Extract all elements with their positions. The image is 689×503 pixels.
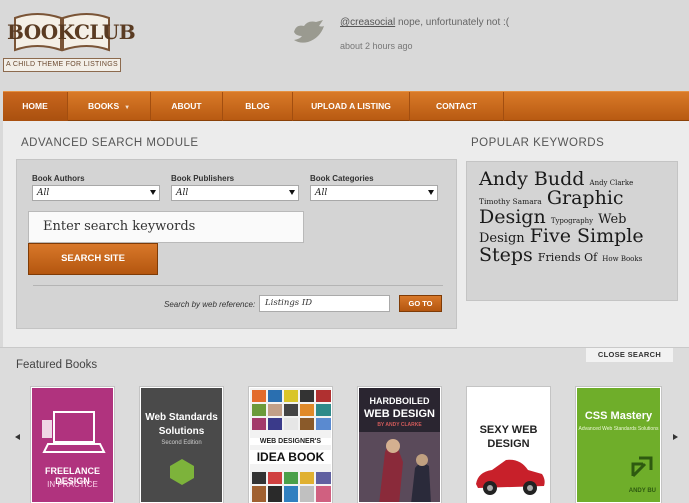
nav-about-label: ABOUT [171, 101, 202, 111]
book-cover-web-standards[interactable]: Web Standards Solutions Second Edition [140, 387, 223, 503]
noir-illustration-icon [359, 432, 440, 502]
featured-books-section: Featured Books CLOSE SEARCH FREELANCE DE… [0, 347, 689, 503]
main-nav: HOME BOOKS ▼ ABOUT BLOG UPLOAD A LISTING … [3, 91, 689, 121]
web-reference-label: Search by web reference: [164, 300, 256, 309]
nav-contact-label: CONTACT [436, 101, 477, 111]
tweet-time: about 2 hours ago [340, 41, 413, 51]
book-cover-sexy-web-design[interactable]: SEXY WEB DESIGN [467, 387, 550, 503]
book-cover-idea-book[interactable]: WEB DESIGNER'S IDEA BOOK [249, 387, 332, 503]
dropdown-arrow-icon [428, 190, 434, 195]
publishers-label: Book Publishers [171, 174, 235, 183]
logo-tagline: A CHILD THEME FOR LISTINGS [3, 58, 121, 72]
book-subtitle: IN PRACTICE [47, 480, 98, 489]
book-cover-hardboiled[interactable]: HARDBOILED WEB DESIGN BY ANDY CLARKE [358, 387, 441, 503]
publishers-select[interactable]: All [171, 185, 299, 201]
hexagon-icon [170, 459, 194, 485]
search-site-button[interactable]: SEARCH SITE [28, 243, 158, 275]
categories-value: All [315, 188, 328, 198]
tweet-handle-link[interactable]: @creasocial [340, 17, 395, 28]
chevron-down-icon: ▼ [124, 105, 131, 111]
thumbnail-grid-icon [252, 390, 331, 502]
tweet-text: @creasocial nope, unfortunately not :( [340, 17, 509, 28]
keyword-link[interactable]: Andy Clarke [590, 179, 634, 187]
categories-label: Book Categories [310, 174, 374, 183]
authors-value: All [37, 188, 50, 198]
nav-books-label: BOOKS [87, 101, 120, 111]
nav-home[interactable]: HOME [3, 92, 68, 121]
keyword-cloud: Andy Budd Andy Clarke Timothy Samara Gra… [466, 161, 678, 301]
search-keywords-input[interactable]: Enter search keywords [28, 211, 304, 243]
site-header: BOOKCLUB A CHILD THEME FOR LISTINGS @cre… [0, 0, 689, 90]
advanced-search-form: Book Authors All Book Publishers All Boo… [16, 159, 457, 329]
keyword-link[interactable]: Friends Of [538, 251, 597, 264]
book-cover-freelance-design[interactable]: FREELANCE DESIGN IN PRACTICE [31, 387, 114, 503]
search-panel: ADVANCED SEARCH MODULE POPULAR KEYWORDS … [3, 121, 689, 347]
categories-select[interactable]: All [310, 185, 438, 201]
publishers-value: All [176, 188, 189, 198]
book-subtitle: BY ANDY CLARKE [377, 422, 422, 428]
advanced-search-title: ADVANCED SEARCH MODULE [21, 137, 199, 149]
book-title-top: SEXY WEB [479, 424, 538, 436]
laptop-icon [42, 411, 106, 453]
popular-keywords-title: POPULAR KEYWORDS [471, 137, 605, 149]
expand-arrow-icon [631, 456, 653, 478]
nav-blog[interactable]: BLOG [223, 92, 293, 121]
book-title-top: HARDBOILED [369, 396, 430, 406]
book-title: Solutions [158, 426, 205, 437]
book-title-top: CSS Mastery [584, 410, 653, 422]
nav-about[interactable]: ABOUT [151, 92, 223, 121]
book-subtitle: Second Edition [161, 440, 202, 446]
authors-label: Book Authors [32, 174, 85, 183]
logo-wordmark: BOOKCLUB [7, 20, 136, 44]
keyword-link[interactable]: Typography [551, 217, 593, 225]
book-cover-css-mastery[interactable]: CSS Mastery Advanced Web Standards Solut… [576, 387, 661, 503]
nav-upload-label: UPLOAD A LISTING [311, 101, 391, 111]
go-to-button[interactable]: GO TO [399, 295, 442, 312]
listings-id-input[interactable]: Listings ID [259, 295, 390, 312]
tweet-message: nope, unfortunately not :( [395, 17, 510, 28]
authors-select[interactable]: All [32, 185, 160, 201]
nav-contact[interactable]: CONTACT [410, 92, 504, 121]
book-title: IDEA BOOK [250, 450, 331, 464]
nav-upload-listing[interactable]: UPLOAD A LISTING [293, 92, 410, 121]
book-author: ANDY BU [628, 488, 656, 494]
book-title-top: WEB DESIGNER'S [250, 438, 331, 445]
close-search-button[interactable]: CLOSE SEARCH [586, 348, 673, 362]
book-title-top: Web Standards [145, 412, 218, 423]
divider [33, 285, 443, 286]
carousel-prev-icon[interactable] [15, 434, 20, 440]
book-title: DESIGN [487, 438, 530, 450]
site-logo[interactable]: BOOKCLUB A CHILD THEME FOR LISTINGS [3, 8, 136, 72]
featured-books-title: Featured Books [16, 359, 98, 371]
carousel-next-icon[interactable] [673, 434, 678, 440]
nav-books[interactable]: BOOKS ▼ [68, 92, 151, 121]
book-title: WEB DESIGN [364, 408, 435, 420]
dropdown-arrow-icon [150, 190, 156, 195]
dropdown-arrow-icon [289, 190, 295, 195]
nav-home-label: HOME [22, 101, 48, 111]
nav-blog-label: BLOG [245, 101, 270, 111]
twitter-bird-icon [294, 20, 324, 43]
book-title: Advanced Web Standards Solutions [578, 426, 659, 432]
keyword-link[interactable]: How Books [602, 255, 642, 263]
red-car-icon [476, 459, 545, 495]
keyword-link[interactable]: Timothy Samara [479, 197, 542, 206]
